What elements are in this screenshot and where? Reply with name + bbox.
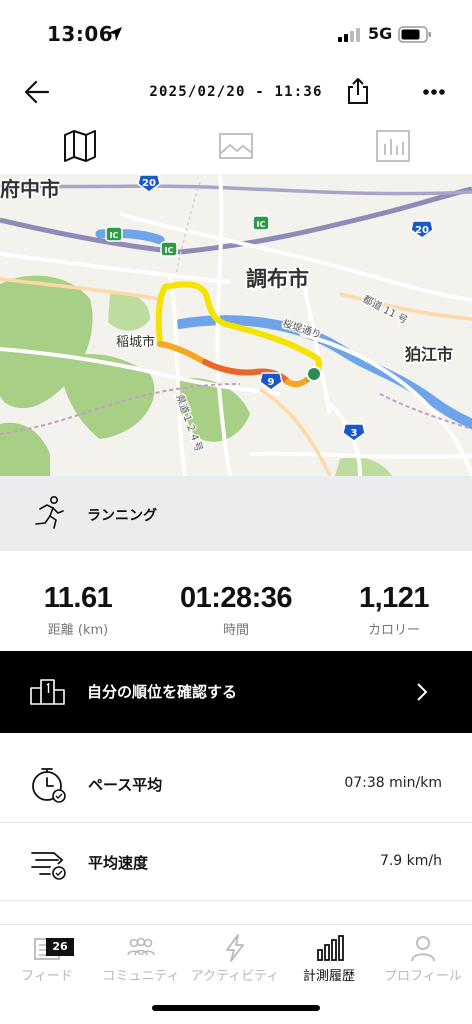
more-options-icon[interactable] <box>420 78 448 106</box>
ranking-button[interactable]: 自分の順位を確認する <box>0 651 472 733</box>
location-arrow-icon <box>108 27 122 41</box>
image-icon[interactable] <box>216 128 256 164</box>
stopwatch-icon <box>32 768 66 803</box>
view-tabs <box>0 118 472 174</box>
ranking-label: 自分の順位を確認する <box>87 683 238 701</box>
tab-feed[interactable]: 26 フィード <box>0 933 94 993</box>
map-label: 狛江市 <box>404 345 453 364</box>
community-icon <box>127 937 155 956</box>
tab-label: 計測履歴 <box>302 969 355 984</box>
signal-icon <box>338 28 360 42</box>
tab-history[interactable]: 計測履歴 <box>282 933 376 993</box>
metric-row-pace: ペース平均 07:38 min/km <box>0 745 472 823</box>
stat-calories: 1,121 カロリー <box>344 581 444 638</box>
tab-activity[interactable]: アクティビティ <box>188 933 282 993</box>
network-type: 5G <box>368 24 393 43</box>
tab-community[interactable]: コミュニティ <box>94 933 188 993</box>
profile-icon <box>411 936 435 962</box>
speed-label: 平均速度 <box>88 854 149 872</box>
metric-row-speed: 平均速度 7.9 km/h <box>0 823 472 901</box>
battery-icon <box>398 26 431 43</box>
route-map[interactable]: 府中市 調布市 狛江市 稲城市 桜堤通り 都道 11 号 県道１２４号 20 2… <box>0 174 472 476</box>
status-time: 13:06 <box>47 22 114 46</box>
shield-label: 20 <box>415 225 429 236</box>
calories-value: 1,121 <box>358 582 430 614</box>
notification-badge: 26 <box>46 938 74 956</box>
speed-value: 7.9 km/h <box>379 853 442 869</box>
runner-icon <box>35 495 64 529</box>
stat-distance: 11.61 距離 (km) <box>28 581 128 638</box>
activity-type-row: ランニング <box>0 476 472 551</box>
map-label: 調布市 <box>246 267 309 291</box>
stat-duration: 01:28:36 時間 <box>170 581 302 638</box>
shield-label: IC <box>110 231 119 240</box>
shield-label: IC <box>165 246 174 255</box>
shield-label: 3 <box>351 428 358 439</box>
map-canvas: 府中市 調布市 狛江市 稲城市 桜堤通り 都道 11 号 県道１２４号 20 2… <box>0 174 472 476</box>
map-label: 府中市 <box>0 177 60 201</box>
tab-label: アクティビティ <box>190 969 280 984</box>
top-bar: 2025/02/20 - 11:36 <box>0 68 472 116</box>
history-icon <box>317 935 344 961</box>
route-end-marker <box>306 366 322 382</box>
speed-icon <box>31 852 66 880</box>
shield-label: 20 <box>142 178 156 189</box>
bar-chart-icon[interactable] <box>373 128 413 164</box>
pace-label: ペース平均 <box>88 776 163 794</box>
duration-value: 01:28:36 <box>179 582 293 614</box>
chevron-right-icon <box>417 683 428 701</box>
status-bar: 13:06 5G <box>0 0 472 68</box>
lightning-icon <box>226 934 244 962</box>
distance-label: 距離 (km) <box>47 623 109 638</box>
tab-label: プロフィール <box>384 969 462 984</box>
duration-label: 時間 <box>222 623 249 638</box>
calories-label: カロリー <box>367 623 420 638</box>
distance-value: 11.61 <box>43 582 113 614</box>
map-icon[interactable] <box>60 128 100 164</box>
tab-profile[interactable]: プロフィール <box>376 933 470 993</box>
home-indicator <box>152 1005 320 1011</box>
activity-date: 2025/02/20 - 11:36 <box>149 84 323 100</box>
activity-type-label: ランニング <box>87 508 157 524</box>
pace-value: 07:38 min/km <box>344 775 442 791</box>
tab-label: フィード <box>21 969 73 984</box>
shield-label: IC <box>257 220 266 229</box>
map-label: 稲城市 <box>116 334 155 350</box>
stats-summary: 11.61 距離 (km) 01:28:36 時間 1,121 カロリー <box>0 551 472 651</box>
podium-icon <box>30 679 65 705</box>
share-icon[interactable] <box>344 76 372 106</box>
tab-label: コミュニティ <box>102 969 180 984</box>
shield-label: 9 <box>268 377 275 388</box>
